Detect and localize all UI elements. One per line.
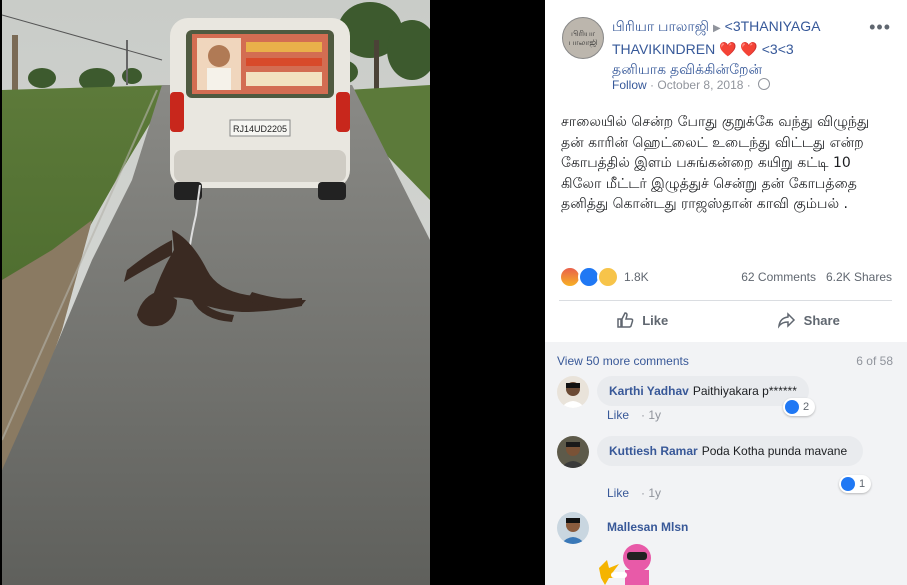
avatar[interactable] bbox=[557, 512, 589, 544]
share-button[interactable]: Share bbox=[726, 302, 893, 338]
comment-meta-separator: · bbox=[641, 486, 646, 500]
comment-bubble: Kuttiesh Ramar Poda Kotha punda mavane bbox=[597, 436, 863, 466]
comment-item: Kuttiesh Ramar Poda Kotha punda mavane Li… bbox=[557, 436, 897, 506]
comment-like-link[interactable]: Like bbox=[607, 408, 629, 422]
post-meta: Follow · October 8, 2018 · bbox=[612, 78, 771, 92]
comment-like-count: 2 bbox=[803, 401, 810, 413]
more-options-icon[interactable]: ••• bbox=[869, 18, 891, 36]
shares-count-link[interactable]: 6.2K Shares bbox=[826, 270, 892, 284]
post-date[interactable]: October 8, 2018 bbox=[657, 78, 743, 92]
license-plate: RJ14UD2205 bbox=[233, 124, 287, 134]
comments-count-link[interactable]: 62 Comments bbox=[741, 270, 816, 284]
comment-meta-separator: · bbox=[641, 408, 646, 422]
meta-separator-2: · bbox=[746, 78, 751, 92]
post-photo-viewer[interactable]: RJ14UD2205 bbox=[0, 0, 545, 585]
comment-text: Poda Kotha punda mavane bbox=[701, 444, 848, 458]
page-avatar[interactable]: பிரியா பாலாஜி bbox=[562, 17, 604, 59]
avatar-text: பிரியா பாலாஜி bbox=[568, 29, 598, 47]
post-header: பிரியா பாலாஜி பிரியா பாலாஜி ▶ <3THANIYAGA … bbox=[545, 0, 907, 100]
comment-likes-badge[interactable]: 1 bbox=[839, 475, 872, 493]
group-name-suffix[interactable]: <3<3 bbox=[762, 41, 794, 57]
comment-time[interactable]: 1y bbox=[648, 486, 661, 500]
like-icon bbox=[785, 400, 799, 414]
share-label: Share bbox=[803, 312, 840, 328]
comments-section: View 50 more comments 6 of 58 Karthi Yad… bbox=[545, 342, 907, 585]
avatar[interactable] bbox=[557, 376, 589, 408]
like-label: Like bbox=[642, 312, 669, 328]
post-sidebar: பிரியா பாலாஜி பிரியா பாலாஜி ▶ <3THANIYAGA … bbox=[545, 0, 907, 585]
post-photo: RJ14UD2205 bbox=[2, 0, 430, 585]
comment-likes-badge[interactable]: 2 bbox=[783, 398, 816, 416]
like-button[interactable]: Like bbox=[559, 302, 726, 338]
comment-like-count: 1 bbox=[859, 478, 866, 490]
thumbs-up-icon bbox=[617, 312, 634, 328]
share-icon bbox=[777, 312, 795, 329]
sad-reaction-icon[interactable] bbox=[597, 266, 619, 288]
comment-time[interactable]: 1y bbox=[648, 408, 661, 422]
post-body-text: சாலையில் சென்ற போது குறுக்கே வந்து விழுந… bbox=[561, 114, 870, 212]
like-icon bbox=[841, 477, 855, 491]
post-author-line: பிரியா பாலாஜி ▶ <3THANIYAGA THAVIKINDREN ❤… bbox=[612, 16, 870, 79]
commenter-name[interactable]: Mallesan Mlsn bbox=[607, 520, 688, 534]
comment-bubble: Karthi Yadhav Paithiyakara p****** bbox=[597, 376, 809, 406]
comment-like-link[interactable]: Like bbox=[607, 486, 629, 500]
share-arrow-icon: ▶ bbox=[712, 23, 721, 34]
car: RJ14UD2205 bbox=[170, 18, 350, 200]
sticker-image bbox=[599, 544, 651, 585]
view-more-comments-link[interactable]: View 50 more comments bbox=[557, 354, 689, 368]
comment-meta: Like · 1y bbox=[607, 486, 661, 500]
globe-icon bbox=[758, 78, 771, 90]
engagement-counts: 62 Comments 6.2K Shares bbox=[741, 270, 892, 284]
page-name-link[interactable]: பிரியா பாலாஜி bbox=[612, 18, 709, 34]
comment-meta: Like · 1y bbox=[607, 408, 661, 422]
comment-page-count: 6 of 58 bbox=[856, 354, 893, 368]
meta-separator: · bbox=[650, 78, 655, 92]
post-actions: Like Share bbox=[559, 302, 892, 338]
avatar[interactable] bbox=[557, 436, 589, 468]
divider bbox=[559, 300, 892, 301]
reactions-bar: 1.8K 62 Comments 6.2K Shares bbox=[559, 262, 892, 292]
comment-text: Paithiyakara p****** bbox=[692, 384, 797, 398]
reaction-count[interactable]: 1.8K bbox=[624, 270, 649, 284]
hearts-emoji: ❤️ ❤️ bbox=[719, 41, 758, 57]
comment-item: Karthi Yadhav Paithiyakara p****** Like · … bbox=[557, 376, 897, 426]
follow-button[interactable]: Follow bbox=[612, 78, 647, 92]
commenter-name[interactable]: Kuttiesh Ramar bbox=[609, 444, 698, 458]
commenter-name[interactable]: Karthi Yadhav bbox=[609, 384, 689, 398]
group-name-tamil[interactable]: தனியாக தவிக்கின்றேன் bbox=[612, 61, 762, 77]
